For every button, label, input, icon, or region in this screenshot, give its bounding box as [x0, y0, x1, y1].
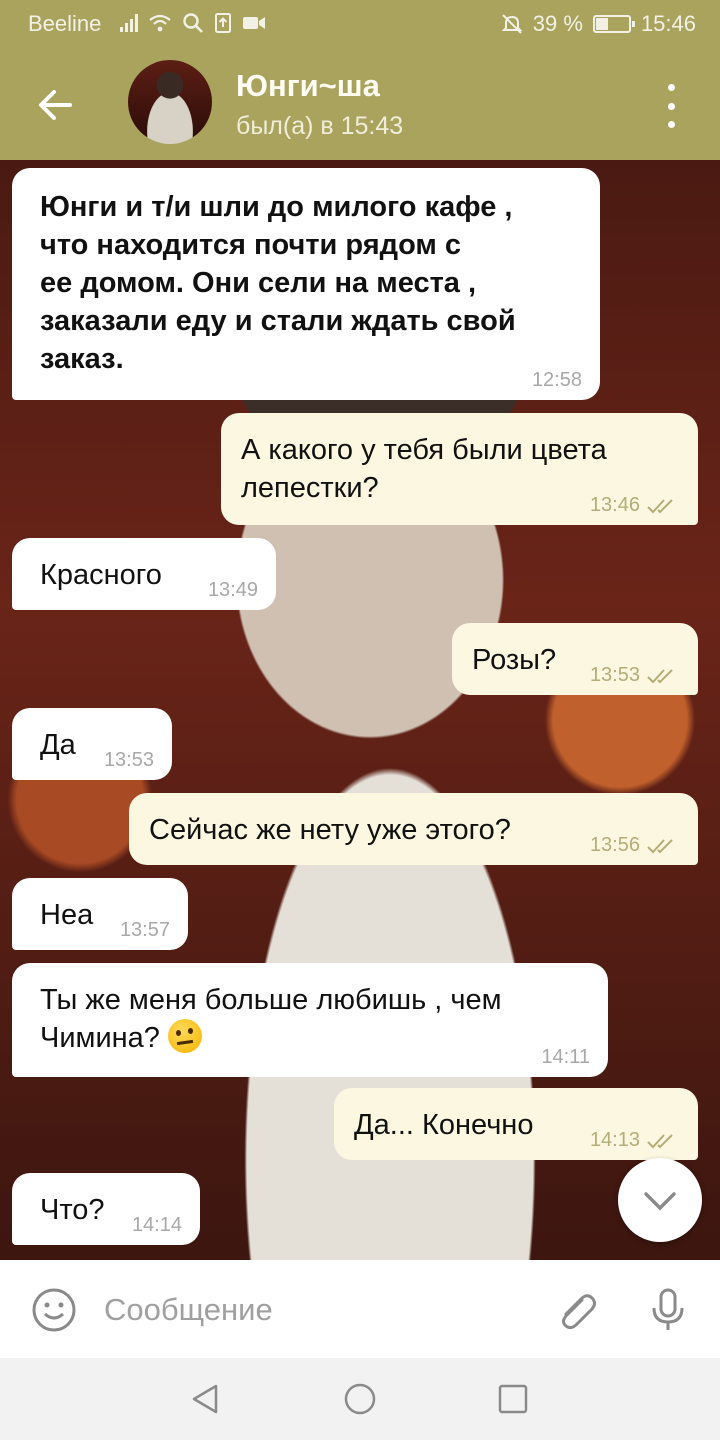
- message-bubble-outgoing[interactable]: Розы? 13:53: [452, 623, 698, 695]
- arrow-left-icon[interactable]: [30, 80, 80, 130]
- battery-icon: [592, 15, 635, 33]
- message-time: 13:56: [589, 834, 640, 856]
- message-input[interactable]: Сообщение: [104, 1292, 273, 1328]
- chat-area[interactable]: Юнги и т/и шли до милого кафе , что нахо…: [0, 160, 720, 1260]
- last-seen: был(а) в 15:43: [236, 112, 404, 140]
- message-time: 14:13: [589, 1129, 640, 1151]
- message-bubble-outgoing[interactable]: Сейчас же нету уже этого? 13:56: [129, 793, 698, 865]
- status-bar: Beeline 39 % 15:46: [0, 0, 720, 48]
- message-bubble-incoming[interactable]: Да 13:53: [12, 708, 172, 780]
- message-composer: Сообщение: [0, 1260, 720, 1358]
- search-icon: [183, 13, 203, 33]
- status-icons: [120, 12, 266, 34]
- wifi-icon: [149, 14, 171, 32]
- nav-back-icon[interactable]: [188, 1382, 222, 1416]
- chevron-down-icon: [644, 1192, 676, 1211]
- chat-header: Юнги~ша был(а) в 15:43: [0, 48, 720, 160]
- system-nav-bar: [0, 1358, 720, 1440]
- message-time: 12:58: [531, 369, 582, 391]
- message-time: 13:53: [103, 749, 154, 771]
- message-time: 13:49: [207, 579, 258, 601]
- message-bubble-outgoing[interactable]: А какого у тебя были цвета лепестки? 13:…: [221, 413, 698, 525]
- double-check-icon: [647, 1134, 673, 1149]
- scroll-down-button[interactable]: [618, 1158, 702, 1242]
- message-time: 13:46: [589, 494, 640, 516]
- status-right: 39 % 15:46: [501, 11, 696, 37]
- message-time: 13:57: [119, 919, 170, 941]
- microphone-icon[interactable]: [644, 1286, 692, 1334]
- message-text: Юнги и т/и шли до милого кафе , что нахо…: [40, 191, 516, 375]
- message-bubble-incoming[interactable]: Юнги и т/и шли до милого кафе , что нахо…: [12, 168, 600, 400]
- mute-bell-icon: [501, 14, 523, 34]
- smile-icon[interactable]: [30, 1286, 78, 1334]
- message-bubble-outgoing[interactable]: Да... Конечно 14:13: [334, 1088, 698, 1160]
- avatar[interactable]: [128, 60, 212, 144]
- battery-percent: 39 %: [532, 11, 583, 36]
- raised-eyebrow-emoji: [168, 1019, 202, 1053]
- double-check-icon: [647, 839, 673, 854]
- message-bubble-incoming[interactable]: Что? 14:14: [12, 1173, 200, 1245]
- more-vert-icon[interactable]: [654, 84, 688, 128]
- message-time: 14:14: [131, 1214, 182, 1236]
- message-text: Ты же меня больше любишь , чем Чимина?: [40, 984, 502, 1054]
- message-time: 13:53: [589, 664, 640, 686]
- upload-icon: [215, 13, 231, 33]
- double-check-icon: [647, 499, 673, 514]
- message-bubble-incoming[interactable]: Красного 13:49: [12, 538, 276, 610]
- message-time: 14:11: [541, 1046, 590, 1068]
- clock: 15:46: [640, 11, 696, 36]
- nav-home-icon[interactable]: [343, 1382, 377, 1416]
- carrier-name: Beeline: [28, 11, 102, 36]
- paperclip-icon[interactable]: [552, 1286, 600, 1334]
- message-bubble-incoming[interactable]: Ты же меня больше любишь , чем Чимина? 1…: [12, 963, 608, 1077]
- message-bubble-incoming[interactable]: Неа 13:57: [12, 878, 188, 950]
- video-icon: [243, 17, 265, 29]
- chat-title[interactable]: Юнги~ша: [236, 68, 380, 104]
- signal-icon: [120, 14, 138, 32]
- double-check-icon: [647, 669, 673, 684]
- nav-recents-icon[interactable]: [496, 1382, 530, 1416]
